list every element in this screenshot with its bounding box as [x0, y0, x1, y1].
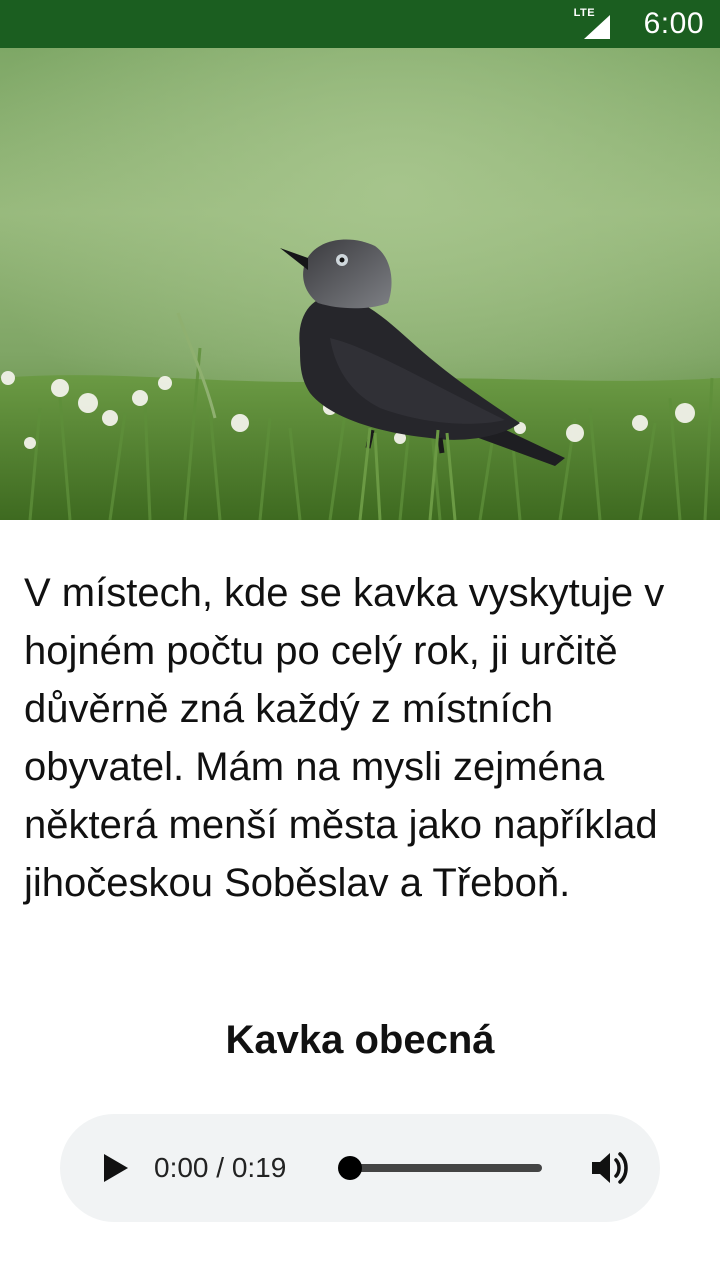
article-paragraph: V místech, kde se kavka vyskytuje v hojn…	[24, 571, 665, 905]
jackdaw-photo	[0, 48, 720, 520]
volume-icon[interactable]	[588, 1146, 632, 1190]
clock: 6:00	[643, 7, 704, 40]
audio-player: 0:00 / 0:19	[60, 1114, 660, 1222]
audio-time-readout: 0:00 / 0:19	[154, 1152, 287, 1183]
status-bar: LTE 6:00	[0, 0, 720, 48]
network-indicator: LTE	[574, 7, 614, 39]
play-icon[interactable]	[100, 1152, 132, 1184]
bird-name-caption: Kavka obecná	[225, 1018, 495, 1062]
audio-progress-track[interactable]	[350, 1164, 542, 1172]
signal-bars-icon	[583, 15, 610, 39]
audio-progress-thumb[interactable]	[338, 1156, 362, 1180]
bird-photo-image	[0, 48, 720, 520]
